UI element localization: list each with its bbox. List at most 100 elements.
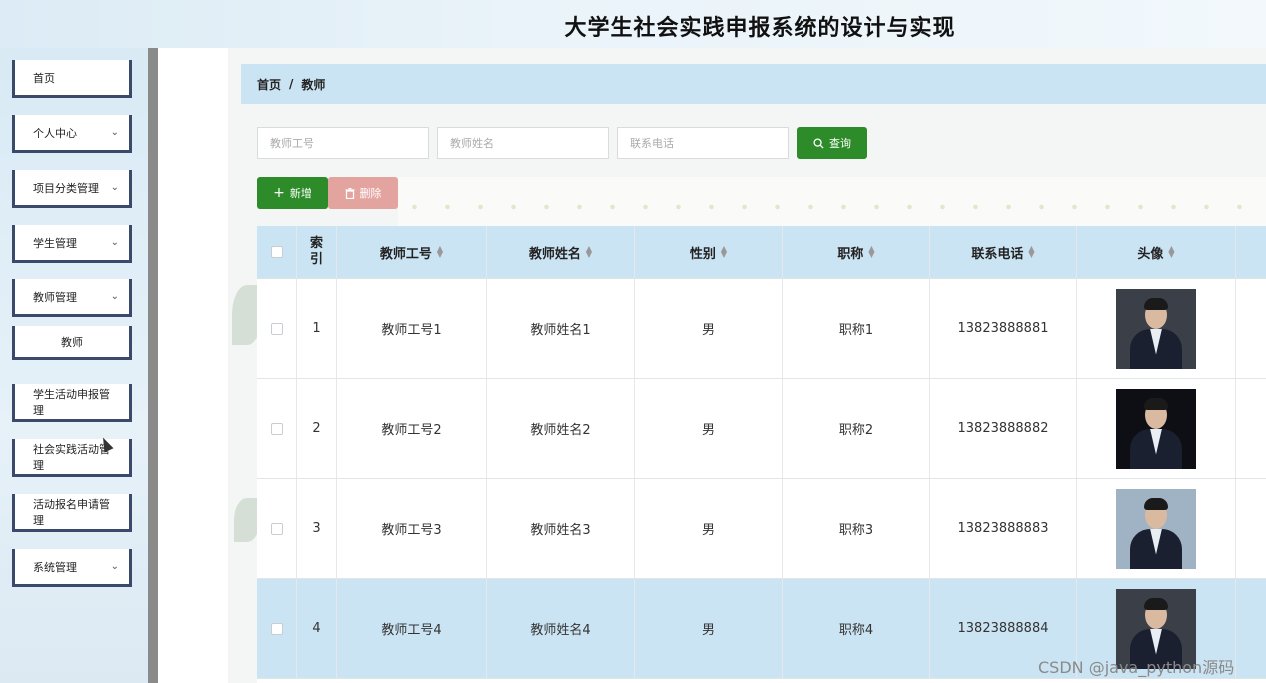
sidebar-item-system-management[interactable]: 系统管理 ⌄ [12,549,132,587]
top-header: 大学生社会实践申报系统的设计与实现 [0,0,1266,48]
cell-teacher-name: 教师姓名2 [487,379,635,478]
column-header-teacher-no[interactable]: 教师工号 ▲ ▼ [337,226,487,278]
sidebar-item-label: 活动报名申请管理 [33,497,110,527]
cell-teacher-no: 教师工号2 [337,379,487,478]
column-header-label: 职称 [837,246,864,262]
cell-teacher-name: 教师姓名1 [487,279,635,378]
chevron-down-icon: ⌄ [110,291,119,302]
sidebar-item-label: 教师 [61,335,83,349]
teacher-no-search-input[interactable] [257,127,429,159]
sidebar-item-student-activity-declaration[interactable]: 学生活动申报管理 [12,384,132,422]
avatar[interactable] [1116,388,1196,469]
column-header-label: 性别 [689,246,716,262]
sidebar-item-teacher-management[interactable]: 教师管理 ⌄ [12,279,132,317]
row-select-cell [257,479,297,578]
search-icon [813,137,824,149]
column-header-phone[interactable]: 联系电话 ▲ ▼ [930,226,1077,278]
delete-button[interactable]: 删除 [328,177,398,209]
sidebar-item-home[interactable]: 首页 [12,60,132,98]
sidebar-item-personal-center[interactable]: 个人中心 ⌄ [12,115,132,153]
cell-gender: 男 [635,379,783,478]
cell-gender: 男 [635,279,783,378]
cell-extra [1236,379,1266,478]
sidebar-item-student-management[interactable]: 学生管理 ⌄ [12,225,132,263]
avatar[interactable] [1116,488,1196,569]
cell-gender: 男 [635,579,783,678]
cell-index: 2 [297,379,337,478]
select-all-checkbox[interactable] [270,246,283,258]
column-header-title[interactable]: 职称 ▲ ▼ [783,226,930,278]
column-header-gender[interactable]: 性别 ▲ ▼ [635,226,783,278]
cell-phone: 13823888882 [930,379,1077,478]
sidebar-item-label: 个人中心 [33,126,77,140]
plus-icon: + [273,185,285,201]
column-header-label: 联系电话 [971,246,1024,262]
column-header-index: 索 引 [297,226,337,278]
cell-title: 职称2 [783,379,930,478]
trash-icon [345,187,354,199]
teacher-name-search-input[interactable] [437,127,609,159]
column-header-label: 引 [309,252,323,267]
cell-teacher-no: 教师工号3 [337,479,487,578]
sidebar-item-activity-registration[interactable]: 活动报名申请管理 [12,494,132,532]
cell-extra [1236,279,1266,378]
row-checkbox[interactable] [270,622,283,635]
cell-teacher-name: 教师姓名3 [487,479,635,578]
table-row[interactable]: 3 教师工号3 教师姓名3 男 职称3 13823888883 [257,479,1266,579]
chevron-down-icon: ⌄ [110,127,119,138]
app-title: 大学生社会实践申报系统的设计与实现 [564,16,956,41]
sidebar-item-label: 首页 [33,71,55,85]
sidebar-item-label: 系统管理 [33,560,77,574]
cell-title: 职称4 [783,579,930,678]
chevron-down-icon: ⌄ [110,237,119,248]
cell-gender: 男 [635,479,783,578]
table-row[interactable]: 1 教师工号1 教师姓名1 男 职称1 13823888881 [257,279,1266,379]
sort-icon[interactable]: ▲ ▼ [868,245,874,259]
cell-phone: 13823888883 [930,479,1077,578]
sidebar-item-social-practice-activity[interactable]: 社会实践活动管理 [12,439,132,477]
row-checkbox[interactable] [270,522,283,535]
sidebar-subitem-teacher[interactable]: 教师 [12,326,132,360]
breadcrumb-separator: / [289,77,294,91]
breadcrumb-home[interactable]: 首页 [257,76,281,93]
column-header-teacher-name[interactable]: 教师姓名 ▲ ▼ [487,226,635,278]
add-button-label: 新增 [289,187,312,200]
row-checkbox[interactable] [270,422,283,435]
column-header-label: 头像 [1137,246,1164,262]
sort-icon[interactable]: ▲ ▼ [586,245,592,259]
table-row[interactable]: 2 教师工号2 教师姓名2 男 职称2 13823888882 [257,379,1266,479]
column-header-avatar[interactable]: 头像 ▲ ▼ [1077,226,1236,278]
cell-title: 职称1 [783,279,930,378]
sidebar-item-label: 学生管理 [33,236,77,250]
sort-icon[interactable]: ▲ ▼ [721,245,727,259]
avatar[interactable] [1116,288,1196,369]
chevron-down-icon: ⌄ [110,561,119,572]
sidebar-item-label: 学生活动申报管理 [33,387,110,417]
cell-index: 4 [297,579,337,678]
row-select-cell [257,279,297,378]
select-all-cell [257,226,297,278]
sort-icon[interactable]: ▲ ▼ [1168,245,1174,259]
query-button-label: 查询 [829,137,851,150]
cell-avatar [1077,279,1236,378]
phone-search-input[interactable] [617,127,789,159]
sort-icon[interactable]: ▲ ▼ [437,245,443,259]
sidebar-item-project-category[interactable]: 项目分类管理 ⌄ [12,170,132,208]
cell-teacher-no: 教师工号4 [337,579,487,678]
column-header-extra [1236,226,1266,278]
cell-teacher-no: 教师工号1 [337,279,487,378]
decorative-dots [398,200,1266,214]
sidebar-gap [158,48,228,683]
cell-teacher-name: 教师姓名4 [487,579,635,678]
table-header: 索 引 教师工号 ▲ ▼ 教师姓名 ▲ ▼ 性别 ▲ ▼ 职称 ▲ ▼ 联系电话 ▲ ▼ 头像 ▲ ▼ [257,226,1266,279]
cell-avatar [1077,479,1236,578]
column-header-label: 教师工号 [379,246,432,262]
cell-extra [1236,479,1266,578]
teacher-table: 索 引 教师工号 ▲ ▼ 教师姓名 ▲ ▼ 性别 ▲ ▼ 职称 ▲ ▼ 联系电话 ▲ ▼ 头像 ▲ ▼ … [257,226,1266,683]
cell-title: 职称3 [783,479,930,578]
row-checkbox[interactable] [270,322,283,335]
add-button[interactable]: + 新增 [257,177,328,209]
query-button[interactable]: 查询 [797,127,867,159]
breadcrumb: 首页 / 教师 [241,64,1266,104]
sort-icon[interactable]: ▲ ▼ [1028,245,1034,259]
